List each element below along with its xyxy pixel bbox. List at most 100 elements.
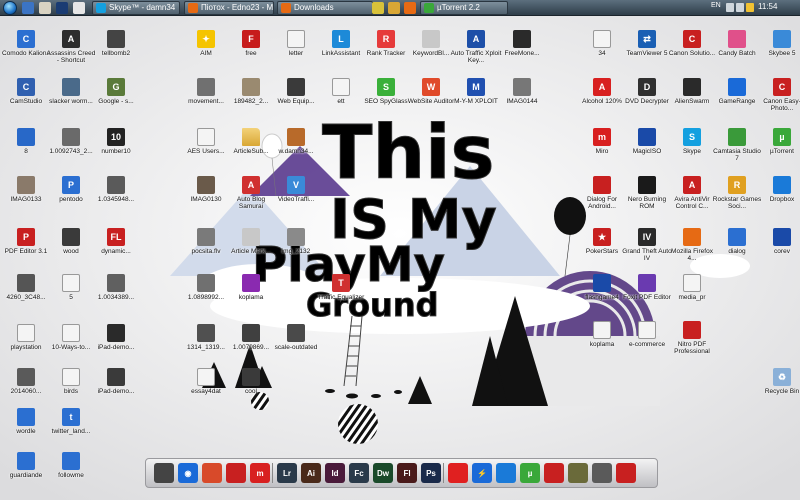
icon-aim[interactable]: ✦ AIM (182, 30, 230, 70)
icon-wordle[interactable]: wordle (2, 408, 50, 448)
icon-nitro-pdf[interactable]: Nitro PDF Professional (668, 321, 716, 361)
dock-indesign-icon[interactable]: Id (325, 463, 345, 483)
dock-bolt-icon[interactable]: ⚡ (472, 463, 492, 483)
icon-ipad-demo[interactable]: iPad-demo... (92, 324, 140, 364)
icon-img-4260[interactable]: 4260_3C48... (2, 274, 50, 314)
icon-alcohol[interactable]: A Alcohol 120% (578, 78, 626, 118)
icon-slacker-worm[interactable]: slacker worm... (47, 78, 95, 118)
icon-img-1314[interactable]: 1314_1319... (182, 324, 230, 364)
icon-8[interactable]: 8 (2, 128, 50, 168)
dock-finder-icon[interactable] (154, 463, 174, 483)
icon-letter[interactable]: letter (272, 30, 320, 70)
icon-file-34[interactable]: 34 (578, 30, 626, 70)
icon-cool[interactable]: cool (227, 368, 275, 408)
icon-imag0133[interactable]: IMAG0133 (2, 176, 50, 216)
icon-mozilla-firefox[interactable]: Mozilla Firefox 4... (668, 228, 716, 268)
icon-pocsita[interactable]: pocsita.flv (182, 228, 230, 268)
icon-gamerange[interactable]: GameRange (713, 78, 761, 118)
icon-candy-batch[interactable]: Candy Batch (713, 30, 761, 70)
icon-web-equip[interactable]: Web Equip... (272, 78, 320, 118)
icon-camtasia[interactable]: Camtasia Studio 7 (713, 128, 761, 168)
show-desktop-quicklaunch-icon[interactable] (22, 2, 34, 14)
dock-fallout-icon[interactable] (568, 463, 588, 483)
icon-camstudio[interactable]: C CamStudio (2, 78, 50, 118)
icon-movement[interactable]: movement... (182, 78, 230, 118)
icon-img-10092743[interactable]: 1.0092743_2... (47, 128, 95, 168)
icon-essay[interactable]: essay4dat (182, 368, 230, 408)
icon-recycle-bin[interactable]: ♻ Recycle Bin (758, 368, 800, 408)
icon-imag0144[interactable]: IMAG0144 (498, 78, 546, 118)
icon-scale-outdated[interactable]: scale-outdated (272, 324, 320, 364)
dock-dropbox-icon[interactable] (496, 463, 516, 483)
icon-ipad-demo-2[interactable]: iPad-demo... (92, 368, 140, 408)
task-downloads[interactable]: Downloads (277, 1, 373, 15)
icon-canon-solution[interactable]: C Canon Solutio... (668, 30, 716, 70)
icon-img-20140608[interactable]: 2014060... (2, 368, 50, 408)
icon-skybee[interactable]: Skybee 5 (758, 30, 800, 70)
icon-img-10034389[interactable]: 1.0034389... (92, 274, 140, 314)
icon-dropbox[interactable]: Dropbox (758, 176, 800, 216)
icon-tellbomb2[interactable]: tellbomb2 (92, 30, 140, 70)
start-button[interactable] (3, 1, 17, 15)
tray-flag-icon[interactable] (746, 3, 754, 12)
icon-avira[interactable]: A Avira AntiVir Control C... (668, 176, 716, 216)
dock-flash-icon[interactable]: Fl (397, 463, 417, 483)
icon-video-traffic[interactable]: V VideoTraffi... (272, 176, 320, 216)
icon-teamviewer[interactable]: ⇄ TeamViewer 5 (623, 30, 671, 70)
icon-m-m-xploit[interactable]: M M-Y-M XPLOIT (452, 78, 500, 118)
icon-alienware[interactable]: AlienSwarm (668, 78, 716, 118)
icon-pdf-editor[interactable]: P PDF Editor 3.1 (2, 228, 50, 268)
icon-dialog[interactable]: dialog (713, 228, 761, 268)
icon-pokerstars[interactable]: ★ PokerStars (578, 228, 626, 268)
chrome-taskbar-icon[interactable] (372, 2, 384, 14)
icon-img-189482[interactable]: 189482_2... (227, 78, 275, 118)
icon-file-5[interactable]: 5 (47, 274, 95, 314)
icon-skype[interactable]: S Skype (668, 128, 716, 168)
icon-img-10898992[interactable]: 1.0898992... (182, 274, 230, 314)
dock-red-app-icon[interactable] (616, 463, 636, 483)
icon-nero[interactable]: Nero Burning ROM (623, 176, 671, 216)
task-firefox-seotox[interactable]: Пiотох - Edno23 - M... (184, 1, 274, 15)
icon-twitter-landing[interactable]: t twitter_land... (47, 408, 95, 448)
icon-koplama-2[interactable]: koplama (578, 321, 626, 361)
icon-freemon[interactable]: FreeMone... (498, 30, 546, 70)
icon-img-2132[interactable]: img_2132 (272, 228, 320, 268)
icon-number10[interactable]: 10 number10 (92, 128, 140, 168)
icon-e-commerce[interactable]: e-commerce (623, 321, 671, 361)
icon-guardiande[interactable]: guardiande (2, 452, 50, 492)
dock-flash-catalyst-icon[interactable]: Fc (349, 463, 369, 483)
dock-miro-icon[interactable]: m (250, 463, 270, 483)
dock-earth-icon[interactable]: ◉ (178, 463, 198, 483)
icon-seo-spyglass[interactable]: S SEO SpyGlass (362, 78, 410, 118)
dock-lightroom-icon[interactable]: Lr (277, 463, 297, 483)
icon-rank-tracker[interactable]: R Rank Tracker (362, 30, 410, 70)
paint-quicklaunch-icon[interactable] (39, 2, 51, 14)
task-skype[interactable]: Skype™ - damn34 (92, 1, 180, 15)
icon-birds[interactable]: birds (47, 368, 95, 408)
icon-magiciso[interactable]: MagicISO (623, 128, 671, 168)
tray-network-icon[interactable] (726, 3, 734, 12)
dock-triangle-icon[interactable] (592, 463, 612, 483)
icon-ett[interactable]: ett (317, 78, 365, 118)
icon-comodo-kaliona[interactable]: C Comodo Kaliona (2, 30, 50, 70)
icon-dvd-decrypter[interactable]: D DVD Decrypter (623, 78, 671, 118)
icon-free[interactable]: Ffree (227, 30, 275, 70)
icon-google-ads[interactable]: G Google - s... (92, 78, 140, 118)
icon-web-damn34[interactable]: w.damn34... (272, 128, 320, 168)
icon-website-auditor[interactable]: W WebSite Auditor (407, 78, 455, 118)
icon-koplama[interactable]: koplama (227, 274, 275, 314)
icon-miro[interactable]: m Miro (578, 128, 626, 168)
language-indicator[interactable]: EN (711, 2, 721, 9)
icon-pentodo[interactable]: Ppentodo (47, 176, 95, 216)
dock-dreamweaver-icon[interactable]: Dw (373, 463, 393, 483)
icon-followme[interactable]: followme (47, 452, 95, 492)
icon-canon-easy[interactable]: C Canon Easy-Photo... (758, 78, 800, 118)
icon-wood[interactable]: wood (47, 228, 95, 268)
dock-vodafone-icon[interactable] (448, 463, 468, 483)
dock-game-red-icon[interactable] (544, 463, 564, 483)
icon-flashgame4[interactable]: flashgame4 (578, 274, 626, 314)
pointer-quicklaunch-icon[interactable] (73, 2, 85, 14)
folder-taskbar-icon[interactable] (388, 2, 400, 14)
task-utorrent[interactable]: µTorrent 2.2 (420, 1, 508, 15)
icon-playstation[interactable]: playstation (2, 324, 50, 364)
